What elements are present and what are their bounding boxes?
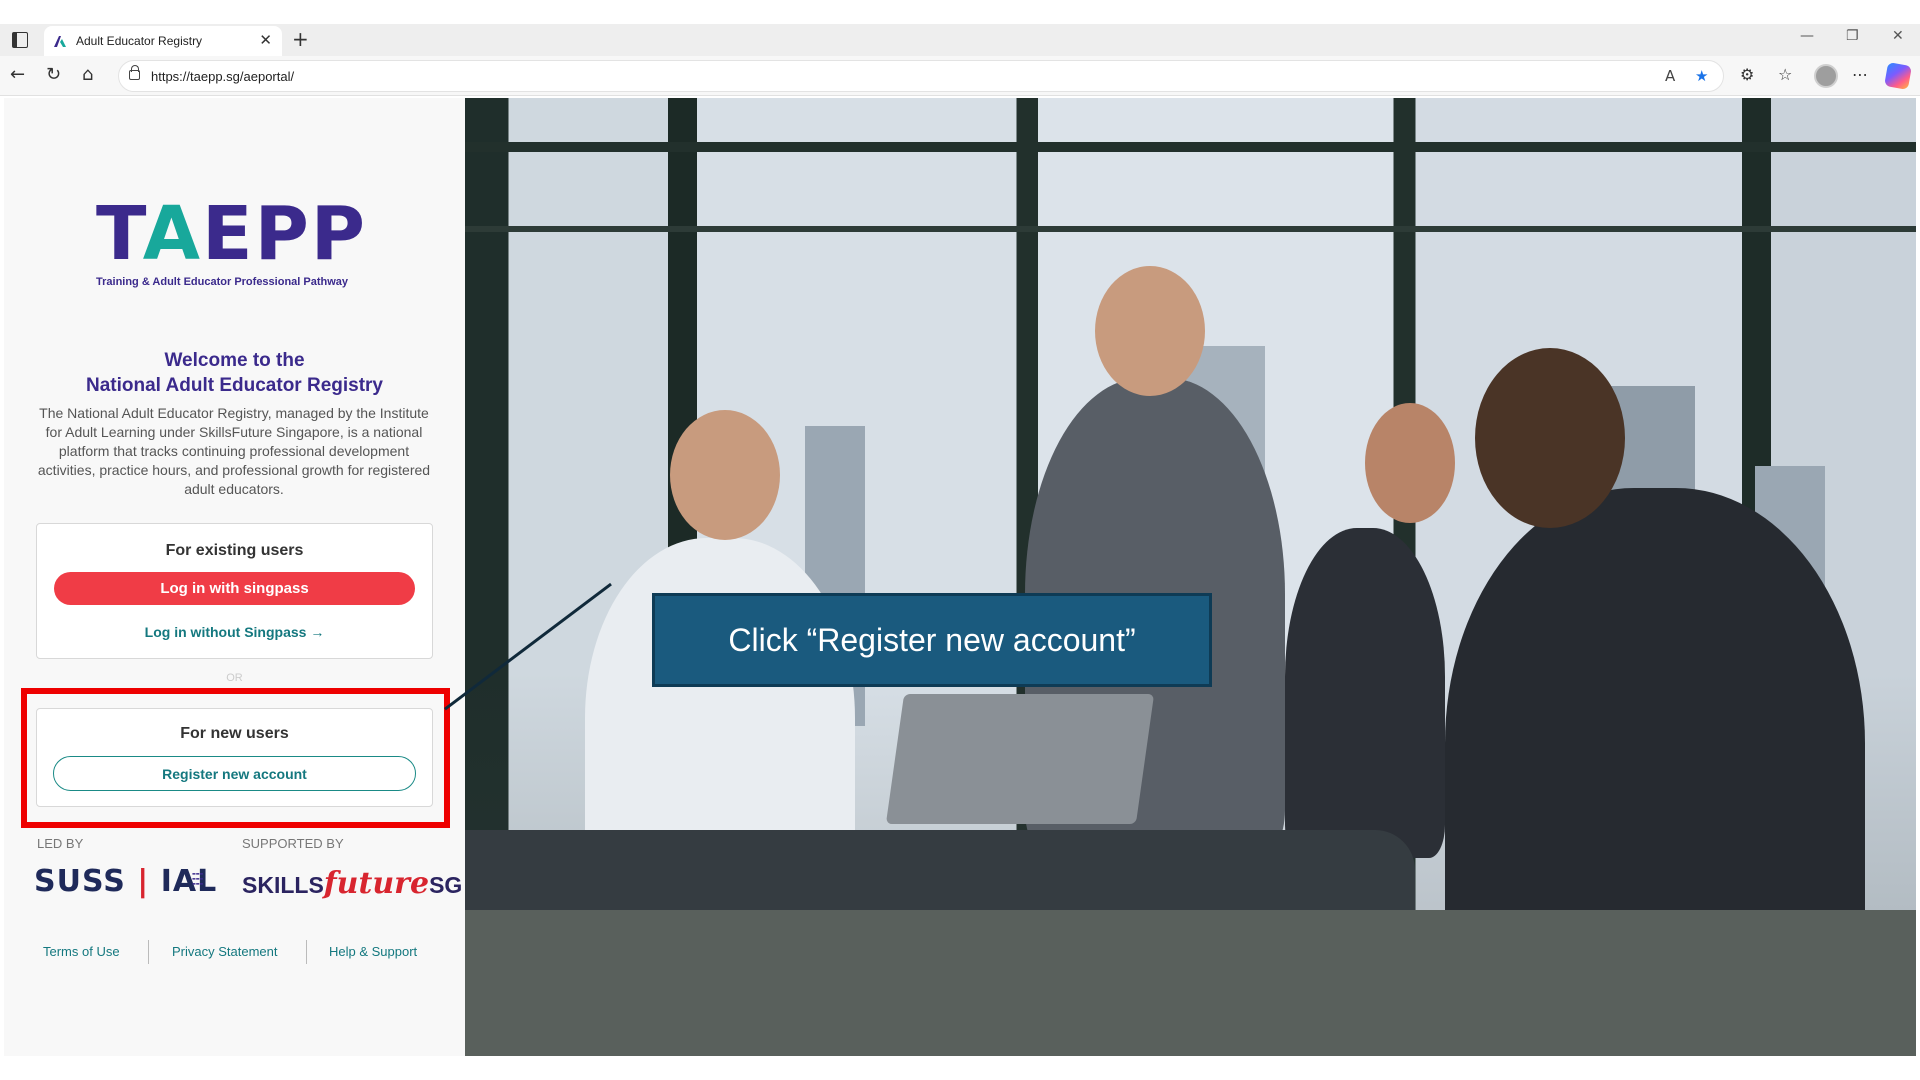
- existing-users-card: For existing users Log in with singpass …: [36, 523, 433, 659]
- highlight-box: [21, 688, 450, 828]
- hero-photo: [465, 98, 1916, 1056]
- laptop: [885, 694, 1155, 824]
- lock-icon[interactable]: [129, 65, 140, 80]
- sidebar-panel: TAEPP Training & Adult Educator Professi…: [4, 98, 465, 1056]
- browser-tab[interactable]: Adult Educator Registry ✕: [44, 26, 282, 56]
- led-by-label: LED BY: [37, 836, 84, 851]
- person-middle: [1285, 528, 1445, 858]
- person-right-hair: [1475, 348, 1625, 528]
- browser-titlebar: Adult Educator Registry ✕ + — ❐ ✕: [0, 24, 1920, 56]
- page: TAEPP Training & Adult Educator Professi…: [4, 98, 1916, 1056]
- tab-actions-icon[interactable]: [12, 32, 28, 48]
- terms-of-use-link[interactable]: Terms of Use: [43, 944, 120, 959]
- footer-divider: [306, 940, 307, 964]
- welcome-heading: Welcome to the National Adult Educator R…: [86, 350, 383, 396]
- tab-title: Adult Educator Registry: [76, 34, 203, 48]
- existing-users-title: For existing users: [165, 542, 304, 559]
- minimize-icon[interactable]: —: [1800, 28, 1814, 44]
- or-divider: OR: [226, 672, 243, 684]
- footer-divider: [148, 940, 149, 964]
- more-menu-icon[interactable]: ⋯: [1852, 65, 1868, 84]
- favorite-star-icon[interactable]: ★: [1695, 67, 1708, 85]
- read-aloud-icon[interactable]: A: [1665, 67, 1675, 85]
- skillsfuture-logo: SKILLSfutureSG: [242, 866, 463, 901]
- person-middle-head: [1365, 403, 1455, 523]
- new-tab-icon[interactable]: +: [292, 27, 309, 51]
- login-without-singpass-link[interactable]: Log in without Singpass →: [37, 624, 432, 640]
- singpass-login-button[interactable]: Log in with singpass: [54, 572, 415, 605]
- person-standing-head: [1095, 266, 1205, 396]
- callout-text: Click “Register new account”: [728, 621, 1136, 658]
- registry-description: The National Adult Educator Registry, ma…: [37, 405, 431, 497]
- extensions-icon[interactable]: ⚙: [1740, 65, 1754, 84]
- taepp-logo: TAEPP Training & Adult Educator Professi…: [96, 194, 376, 288]
- copilot-icon[interactable]: [1884, 62, 1912, 90]
- suss-ial-logo: SUSS | IAL: [34, 864, 218, 899]
- help-support-link[interactable]: Help & Support: [329, 944, 417, 959]
- meeting-table: [465, 830, 1415, 910]
- back-icon[interactable]: ←: [10, 65, 25, 85]
- close-tab-icon[interactable]: ✕: [259, 31, 272, 49]
- instruction-callout: Click “Register new account”: [652, 593, 1212, 687]
- browser-toolbar: ← ↻ ⌂ https://taepp.sg/aeportal/ A ★ ⚙ ☆…: [0, 56, 1920, 96]
- person-left-head: [670, 410, 780, 540]
- favorites-icon[interactable]: ☆: [1778, 65, 1792, 84]
- url-text[interactable]: https://taepp.sg/aeportal/: [151, 69, 294, 84]
- refresh-icon[interactable]: ↻: [46, 65, 61, 85]
- window-beam: [465, 226, 1916, 232]
- supported-by-label: SUPPORTED BY: [242, 836, 344, 851]
- privacy-statement-link[interactable]: Privacy Statement: [172, 944, 278, 959]
- ial-small-mark: ▬▬▬ ▬▬▬ ▬▬▬: [192, 871, 204, 886]
- taepp-tagline: Training & Adult Educator Professional P…: [96, 276, 349, 288]
- taepp-logo-mark: TAEPP: [96, 191, 368, 277]
- taepp-favicon-icon: [54, 36, 66, 47]
- floor: [465, 910, 1916, 1056]
- close-window-icon[interactable]: ✕: [1892, 28, 1904, 44]
- address-bar[interactable]: https://taepp.sg/aeportal/ A ★: [118, 60, 1724, 92]
- window-beam: [465, 142, 1916, 152]
- home-icon[interactable]: ⌂: [82, 65, 93, 85]
- restore-icon[interactable]: ❐: [1846, 28, 1859, 44]
- profile-avatar[interactable]: [1814, 64, 1838, 88]
